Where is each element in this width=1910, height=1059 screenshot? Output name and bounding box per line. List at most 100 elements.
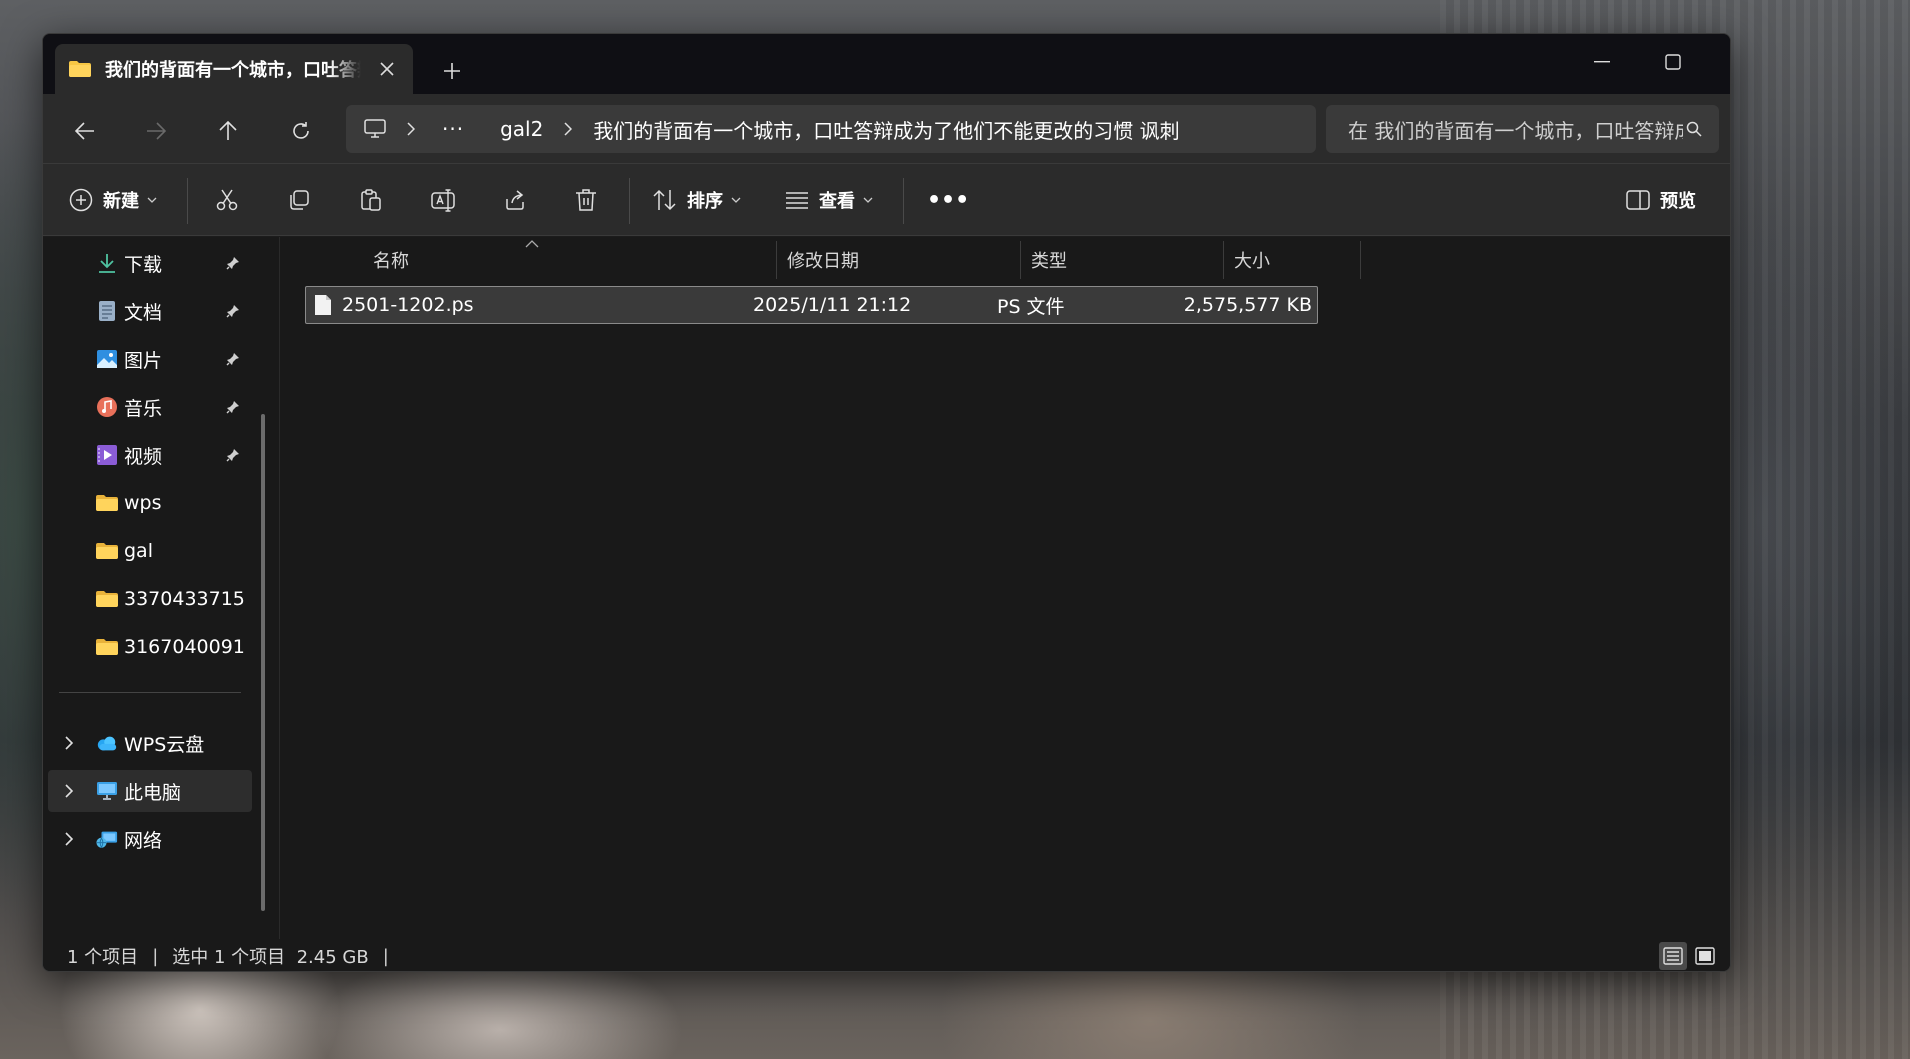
sort-icon [653, 189, 676, 211]
chevron-down-icon [863, 193, 877, 207]
sidebar-item-videos[interactable]: 视频 [48, 434, 252, 476]
rename-button[interactable] [431, 180, 457, 220]
close-window-button[interactable] [1715, 42, 1730, 82]
sidebar-item-label: 3370433715 [124, 588, 245, 610]
preview-button[interactable]: 预览 [1626, 180, 1696, 220]
file-explorer-window: 我们的背面有一个城市，口吐答辩成为了他们不能更改的习惯 讽刺 [42, 33, 1731, 972]
sidebar-item-network[interactable]: 网络 [48, 818, 252, 860]
content-area: 下载 文档 图片 音乐 视频 wps gal 3370433715 316704… [43, 237, 1730, 939]
breadcrumb-current[interactable]: 我们的背面有一个城市，口吐答辩成为了他们不能更改的习惯 讽刺 [593, 115, 1179, 144]
more-options-button[interactable]: ••• [927, 180, 969, 220]
copy-icon [290, 190, 309, 210]
column-header-size[interactable]: 大小 [1224, 237, 1361, 283]
folder-icon [69, 61, 91, 77]
toolbar-divider [903, 178, 904, 224]
column-header-modified[interactable]: 修改日期 [777, 237, 1021, 283]
toolbar-divider [629, 178, 630, 224]
sidebar-item-music[interactable]: 音乐 [48, 386, 252, 428]
view-label: 查看 [819, 191, 855, 212]
close-tab-icon[interactable] [375, 57, 399, 81]
music-icon [96, 396, 118, 418]
column-headers: 名称 修改日期 类型 大小 [280, 237, 1680, 285]
table-row[interactable]: 2501-1202.ps 2025/1/11 21:12 PS 文件 2,575… [305, 286, 1318, 324]
pin-icon[interactable] [224, 350, 242, 368]
sidebar-item-documents[interactable]: 文档 [48, 290, 252, 332]
chevron-right-icon[interactable] [400, 118, 422, 140]
maximize-button[interactable] [1644, 42, 1702, 82]
file-size: 2,575,577 KB [1183, 294, 1312, 316]
view-list-icon [786, 192, 808, 209]
new-tab-button[interactable] [435, 54, 469, 88]
maximize-icon [1665, 54, 1681, 70]
sidebar-item-label: WPS云盘 [124, 733, 205, 756]
preview-pane-icon [1626, 190, 1650, 210]
search-input[interactable]: 在 我们的背面有一个城市，口吐答辩成为了他们不能更改的习惯 讽刺 中搜索 [1348, 115, 1683, 144]
breadcrumb-gal2[interactable]: gal2 [500, 117, 543, 141]
chevron-down-icon [731, 193, 745, 207]
details-view-button[interactable] [1659, 942, 1687, 970]
sidebar-item-wps[interactable]: wps [48, 482, 252, 524]
file-icon [315, 295, 331, 315]
preview-label: 预览 [1660, 191, 1696, 212]
column-header-name[interactable]: 名称 [363, 237, 777, 283]
folder-icon [96, 492, 118, 514]
sort-button[interactable]: 排序 [653, 180, 745, 220]
paste-button[interactable] [359, 180, 383, 220]
column-header-label: 修改日期 [787, 251, 859, 272]
chevron-right-icon[interactable] [557, 118, 579, 140]
sort-label: 排序 [687, 191, 723, 212]
sidebar-item-this-pc[interactable]: 此电脑 [48, 770, 252, 812]
sidebar-item-3370433715[interactable]: 3370433715 [48, 578, 252, 620]
refresh-button[interactable] [281, 111, 321, 151]
pin-icon[interactable] [224, 302, 242, 320]
delete-button[interactable] [575, 180, 597, 220]
forward-button[interactable] [136, 111, 176, 151]
folder-icon [96, 636, 118, 658]
cloud-icon [96, 732, 118, 754]
new-button[interactable]: 新建 [69, 180, 161, 220]
command-bar: 新建 排序 查看 ••• 预览 [43, 164, 1730, 236]
pane-divider[interactable] [279, 237, 280, 939]
chevron-right-icon[interactable] [60, 830, 78, 848]
tab-current-folder[interactable]: 我们的背面有一个城市，口吐答辩成为了他们不能更改的习惯 讽刺 [55, 44, 413, 94]
scissors-icon [216, 189, 238, 211]
computer-icon[interactable] [364, 119, 386, 139]
item-count: 1 个项目 [67, 947, 139, 968]
sidebar-item-3167040091[interactable]: 3167040091 [48, 626, 252, 668]
sidebar-item-downloads[interactable]: 下载 [48, 242, 252, 284]
minimize-button[interactable] [1573, 42, 1631, 82]
tiles-view-button[interactable] [1691, 942, 1719, 970]
pin-icon[interactable] [224, 254, 242, 272]
copy-button[interactable] [287, 180, 311, 220]
file-name: 2501-1202.ps [342, 294, 474, 316]
folder-icon [96, 540, 118, 562]
breadcrumb-overflow[interactable]: ··· [442, 117, 464, 141]
search-icon[interactable] [1683, 118, 1705, 140]
view-button[interactable]: 查看 [785, 180, 877, 220]
cut-button[interactable] [215, 180, 239, 220]
breadcrumb-label: 我们的背面有一个城市，口吐答辩成为了他们不能更改的习惯 讽刺 [593, 118, 1180, 143]
column-resize-handle[interactable] [1360, 241, 1361, 279]
file-type: PS 文件 [997, 295, 1065, 318]
network-icon [96, 828, 118, 850]
address-bar[interactable]: ··· gal2 我们的背面有一个城市，口吐答辩成为了他们不能更改的习惯 讽刺 [346, 105, 1316, 153]
column-header-type[interactable]: 类型 [1021, 237, 1224, 283]
chevron-down-icon [147, 193, 161, 207]
share-button[interactable] [503, 180, 527, 220]
sidebar-item-pictures[interactable]: 图片 [48, 338, 252, 380]
sidebar-item-gal[interactable]: gal [48, 530, 252, 572]
pin-icon[interactable] [224, 446, 242, 464]
sidebar-item-label: 此电脑 [124, 781, 182, 804]
sidebar-item-wps-cloud[interactable]: WPS云盘 [48, 722, 252, 764]
back-button[interactable] [65, 111, 105, 151]
chevron-right-icon[interactable] [60, 734, 78, 752]
sidebar-scrollbar[interactable] [261, 414, 265, 911]
up-button[interactable] [208, 111, 248, 151]
sidebar-item-label: 视频 [124, 445, 163, 468]
column-header-label: 名称 [373, 251, 409, 272]
pin-icon[interactable] [224, 398, 242, 416]
sidebar-item-label: 3167040091 [124, 636, 245, 658]
chevron-right-icon[interactable] [60, 782, 78, 800]
breadcrumb-label: gal2 [500, 117, 544, 141]
search-box[interactable]: 在 我们的背面有一个城市，口吐答辩成为了他们不能更改的习惯 讽刺 中搜索 [1326, 105, 1719, 153]
